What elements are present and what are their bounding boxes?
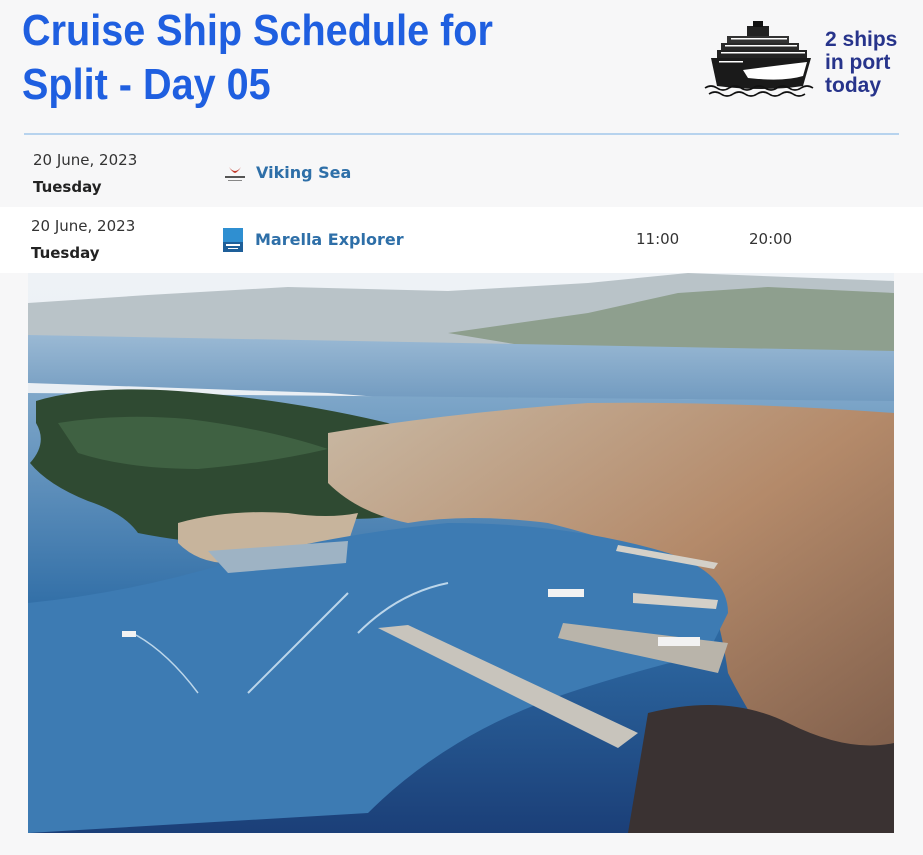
departure-time: 20:00 [749, 230, 793, 248]
schedule-day: Tuesday [33, 178, 102, 196]
viking-logo-icon [223, 163, 245, 185]
schedule-date: 20 June, 2023 [33, 151, 138, 169]
page-title: Cruise Ship Schedule for Split - Day 05 [22, 4, 526, 112]
ships-count-line-1: 2 ships [825, 28, 898, 51]
page-title-line-1: Cruise Ship Schedule for [22, 6, 493, 55]
schedule-date: 20 June, 2023 [31, 217, 136, 235]
split-harbor-aerial-photo [28, 273, 894, 833]
ship-link-marella-explorer[interactable]: Marella Explorer [255, 230, 404, 249]
cruise-ship-icon [704, 21, 814, 97]
ships-count-line-2: in port [825, 51, 891, 74]
ships-in-port-badge: 2 ships in port today [703, 18, 903, 103]
marella-logo-icon [223, 228, 243, 252]
ship-link-viking-sea[interactable]: Viking Sea [256, 163, 351, 182]
schedule-row: 20 June, 2023 Tuesday Marella Explorer 1… [0, 207, 923, 273]
ships-in-port-count: 2 ships in port today [825, 28, 905, 97]
page-title-line-2: Split - Day 05 [22, 60, 271, 109]
ships-count-line-3: today [825, 74, 882, 97]
arrival-time: 11:00 [636, 230, 680, 248]
header-divider [24, 133, 899, 135]
schedule-row: 20 June, 2023 Tuesday Viking Sea [0, 141, 923, 207]
schedule-day: Tuesday [31, 244, 100, 262]
